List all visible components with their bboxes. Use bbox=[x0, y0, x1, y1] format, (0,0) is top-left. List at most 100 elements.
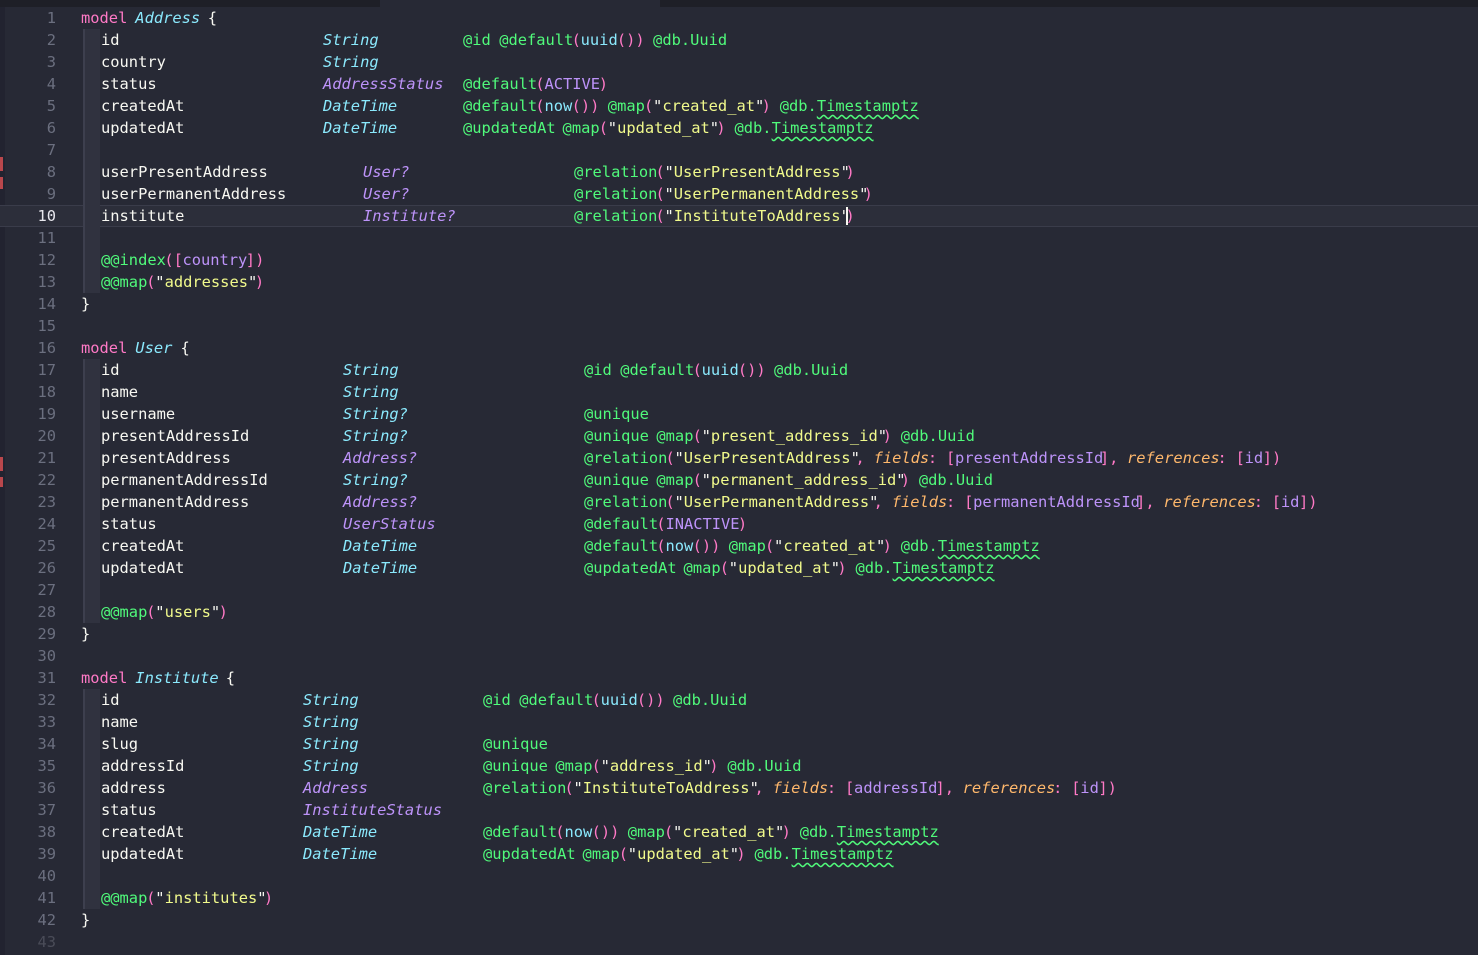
punctuation: ) bbox=[837, 559, 847, 577]
line-number: 18 bbox=[37, 383, 56, 401]
code-line[interactable]: 6 updatedAt DateTime @updatedAt @map("update… bbox=[0, 117, 1478, 139]
punctuation: ( bbox=[765, 537, 775, 555]
string-literal: "permanent_address_id" bbox=[701, 471, 906, 489]
code-line[interactable]: 9 userPermanentAddress User? @relation("Use… bbox=[0, 183, 1478, 205]
field-type: Institute? bbox=[363, 207, 456, 225]
identifier: addressId bbox=[854, 779, 938, 797]
code-line[interactable]: 21 presentAddress Address? @relation("UserP… bbox=[0, 447, 1478, 469]
keyword: model bbox=[81, 669, 128, 687]
line-number: 20 bbox=[37, 427, 56, 445]
code-line[interactable]: 18 name String bbox=[0, 381, 1478, 403]
brace: } bbox=[81, 295, 91, 313]
line-number: 24 bbox=[37, 515, 56, 533]
attribute: @map bbox=[555, 757, 593, 775]
code-line[interactable]: 15 bbox=[0, 315, 1478, 337]
indent-guide bbox=[83, 865, 100, 887]
code-line[interactable]: 23 permanentAddress Address? @relation("Use… bbox=[0, 491, 1478, 513]
punctuation: ( bbox=[664, 823, 674, 841]
field-name: id bbox=[101, 691, 120, 709]
code-line[interactable]: 12 @@index([country]) bbox=[0, 249, 1478, 271]
code-line[interactable]: 2 id String @id @default(uuid()) @db.Uuid bbox=[0, 29, 1478, 51]
code-line[interactable]: 36 address Address @relation("InstituteToAd… bbox=[0, 777, 1478, 799]
line-number: 7 bbox=[46, 141, 56, 159]
code-line[interactable]: 25 createdAt DateTime @default(now()) @map("… bbox=[0, 535, 1478, 557]
warning-underline[interactable]: Timestamptz bbox=[772, 119, 874, 137]
code-line[interactable]: 1 model Address { bbox=[0, 7, 1478, 29]
indent-guide bbox=[83, 799, 100, 821]
attribute: @relation bbox=[584, 493, 668, 511]
code-line[interactable]: 30 bbox=[0, 645, 1478, 667]
punctuation: , bbox=[754, 779, 764, 797]
warning-underline[interactable]: Timestamptz bbox=[837, 823, 939, 841]
model-name: Institute bbox=[135, 669, 219, 687]
line-number: 31 bbox=[37, 669, 56, 687]
punctuation: [ bbox=[1071, 779, 1081, 797]
attribute: @relation bbox=[574, 185, 658, 203]
line-number: 12 bbox=[37, 251, 56, 269]
code-line[interactable]: 34 slug String @unique bbox=[0, 733, 1478, 755]
punctuation: : bbox=[1253, 493, 1263, 511]
code-line[interactable]: 24 status UserStatus @default(INACTIVE) bbox=[0, 513, 1478, 535]
code-line[interactable]: 8 userPresentAddress User? @relation("UserP… bbox=[0, 161, 1478, 183]
code-editor[interactable]: 1 model Address{2 id String @id @default(uuid(… bbox=[0, 7, 1478, 953]
code-line[interactable]: 5 createdAt DateTime @default(now()) @map("c… bbox=[0, 95, 1478, 117]
field-name: address bbox=[101, 779, 166, 797]
code-line[interactable]: 40 bbox=[0, 865, 1478, 887]
field-type: UserStatus bbox=[343, 515, 436, 533]
string-literal: "UserPermanentAddress" bbox=[674, 493, 879, 511]
code-line[interactable]: 28 @@map("users") bbox=[0, 601, 1478, 623]
field-name: addressId bbox=[101, 757, 185, 775]
indent-guide bbox=[83, 161, 100, 183]
code-line[interactable]: 35 addressId String @unique @map("address_id… bbox=[0, 755, 1478, 777]
code-line[interactable]: 32 id String @id @default(uuid()) @db.Uuid bbox=[0, 689, 1478, 711]
warning-underline[interactable]: Timestamptz bbox=[817, 97, 919, 115]
code-line[interactable]: 13 @@map("addresses") bbox=[0, 271, 1478, 293]
warning-underline[interactable]: Timestamptz bbox=[938, 537, 1040, 555]
code-line[interactable]: 38 createdAt DateTime @default(now()) @map("… bbox=[0, 821, 1478, 843]
code-line[interactable]: 19 username String? @unique bbox=[0, 403, 1478, 425]
code-line[interactable]: 10 institute Institute? @relation("Institut… bbox=[0, 205, 1478, 227]
code-line[interactable]: 3 country String bbox=[0, 51, 1478, 73]
line-number: 9 bbox=[46, 185, 56, 203]
code-line[interactable]: 11 bbox=[0, 227, 1478, 249]
field-name: status bbox=[101, 801, 157, 819]
line-number: 25 bbox=[37, 537, 56, 555]
indent-guide bbox=[83, 183, 100, 205]
code-line[interactable]: 17 id String @id @default(uuid()) @db.Uuid bbox=[0, 359, 1478, 381]
identifier: id bbox=[1080, 779, 1099, 797]
code-line[interactable]: 43 bbox=[0, 931, 1478, 953]
code-line[interactable]: 39 updatedAt DateTime @updatedAt @map("updat… bbox=[0, 843, 1478, 865]
code-line[interactable]: 22 permanentAddressId String? @unique @map("… bbox=[0, 469, 1478, 491]
argument-name: references bbox=[962, 779, 1056, 797]
brace: { bbox=[180, 339, 190, 357]
code-line[interactable]: 29} bbox=[0, 623, 1478, 645]
field-name: country bbox=[101, 53, 166, 71]
active-tab[interactable] bbox=[380, 0, 660, 7]
punctuation: ( bbox=[564, 779, 574, 797]
code-line[interactable]: 27 bbox=[0, 579, 1478, 601]
line-number: 17 bbox=[37, 361, 56, 379]
code-line[interactable]: 14} bbox=[0, 293, 1478, 315]
code-line[interactable]: 41 @@map("institutes") bbox=[0, 887, 1478, 909]
line-number: 33 bbox=[37, 713, 56, 731]
code-line[interactable]: 31 model Institute { bbox=[0, 667, 1478, 689]
code-line[interactable]: 42} bbox=[0, 909, 1478, 931]
code-line[interactable]: 33 name String bbox=[0, 711, 1478, 733]
attribute: @db.Timestamptz bbox=[734, 119, 874, 137]
line-number: 43 bbox=[37, 933, 56, 951]
code-line[interactable]: 7 bbox=[0, 139, 1478, 161]
code-line[interactable]: 26 updatedAt DateTime @updatedAt @map("updat… bbox=[0, 557, 1478, 579]
code-line[interactable]: 37 status InstituteStatus bbox=[0, 799, 1478, 821]
keyword: model bbox=[81, 9, 128, 27]
punctuation: ) bbox=[598, 75, 609, 93]
code-line[interactable]: 20 presentAddressId String? @unique @map("pr… bbox=[0, 425, 1478, 447]
string-literal: "address_id" bbox=[600, 757, 712, 775]
punctuation: ( bbox=[146, 603, 156, 621]
warning-underline[interactable]: Timestamptz bbox=[792, 845, 894, 863]
code-line[interactable]: 16 model User { bbox=[0, 337, 1478, 359]
indent-guide bbox=[83, 843, 100, 865]
code-line[interactable]: 4 status AddressStatus @default(ACTIVE) bbox=[0, 73, 1478, 95]
punctuation: ) bbox=[761, 97, 771, 115]
field-name: updatedAt bbox=[101, 119, 185, 137]
warning-underline[interactable]: Timestamptz bbox=[893, 559, 995, 577]
